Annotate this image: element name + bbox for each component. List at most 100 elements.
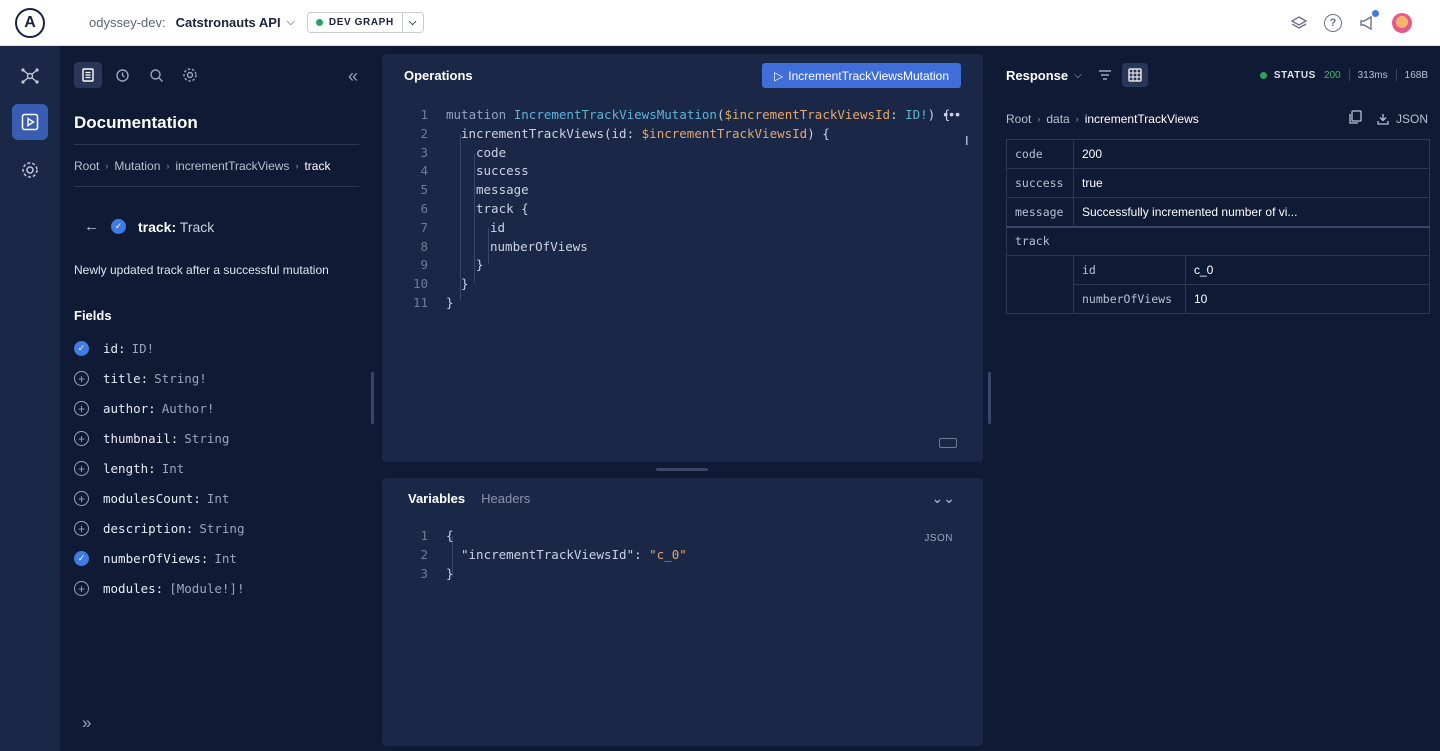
search-icon[interactable]: [142, 62, 170, 88]
breadcrumb-item[interactable]: Mutation: [114, 159, 160, 173]
field-row-length[interactable]: + length: Int: [74, 461, 184, 476]
filter-icon[interactable]: [1092, 63, 1118, 87]
keyboard-shortcuts-icon[interactable]: [939, 438, 957, 448]
settings-nav-icon[interactable]: [12, 152, 48, 188]
operations-panel: Operations ▷ IncrementTrackViewsMutation…: [382, 54, 983, 462]
add-field-icon[interactable]: +: [74, 491, 89, 506]
field-row-thumbnail[interactable]: + thumbnail: String: [74, 431, 229, 446]
response-breadcrumb: Root › data › incrementTrackViews: [1006, 112, 1199, 126]
notification-badge: [1372, 9, 1379, 17]
layers-icon[interactable]: [1290, 14, 1308, 32]
response-table: code 200 success true message Successful…: [1006, 139, 1430, 314]
download-json-button[interactable]: JSON: [1376, 112, 1428, 126]
download-icon: [1377, 113, 1389, 125]
breadcrumb-item[interactable]: data: [1046, 112, 1069, 126]
field-type[interactable]: [Module!]!: [169, 581, 244, 596]
response-selector[interactable]: Response ⌵: [1006, 68, 1082, 83]
field-type[interactable]: String!: [154, 371, 207, 386]
tab-headers[interactable]: Headers: [481, 491, 530, 506]
checkmark-icon[interactable]: ✓: [74, 551, 89, 566]
status-label: STATUS: [1273, 69, 1316, 81]
selected-field-type[interactable]: Track: [180, 219, 214, 235]
collapse-panel-icon[interactable]: «: [348, 66, 358, 87]
field-row-id[interactable]: ✓ id: ID!: [74, 341, 154, 356]
history-tab-icon[interactable]: [108, 62, 136, 88]
field-type[interactable]: ID!: [132, 341, 155, 356]
avatar[interactable]: [1392, 12, 1412, 33]
checkmark-icon[interactable]: ✓: [74, 341, 89, 356]
add-field-icon[interactable]: +: [74, 521, 89, 536]
chevron-down-icon[interactable]: ⌵: [403, 13, 423, 32]
selected-field-name: track:: [138, 218, 177, 235]
table-view-icon[interactable]: [1122, 63, 1148, 87]
response-status: STATUS 200 313ms 168B: [1259, 69, 1428, 81]
response-key: track: [1006, 225, 1430, 256]
response-key: numberOfViews: [1073, 284, 1186, 314]
table-row: track: [1006, 225, 1430, 256]
schema-nav-icon[interactable]: [12, 58, 48, 94]
expand-sidebar-icon[interactable]: »: [82, 713, 91, 733]
tab-variables[interactable]: Variables: [408, 491, 465, 506]
field-type[interactable]: String: [184, 431, 229, 446]
response-value[interactable]: Successfully incremented number of vi...: [1073, 197, 1430, 227]
field-name: modules:: [103, 581, 164, 596]
field-type[interactable]: Int: [214, 551, 237, 566]
resize-handle[interactable]: [988, 372, 991, 424]
table-row: id c_0: [1006, 255, 1430, 314]
field-row-modules-count[interactable]: + modulesCount: Int: [74, 491, 229, 506]
add-field-icon[interactable]: +: [74, 401, 89, 416]
field-type[interactable]: Int: [207, 491, 230, 506]
add-field-icon[interactable]: +: [74, 371, 89, 386]
announcements-icon[interactable]: [1358, 9, 1379, 32]
gear-icon[interactable]: [176, 62, 204, 88]
collapse-chevrons-icon[interactable]: ⌄⌄: [932, 490, 955, 507]
checkmark-icon[interactable]: ✓: [111, 219, 126, 234]
field-type[interactable]: Int: [162, 461, 185, 476]
field-row-number-of-views[interactable]: ✓ numberOfViews: Int: [74, 551, 237, 566]
breadcrumb-current: track: [304, 159, 331, 173]
field-name: author:: [103, 401, 156, 416]
graph-selector[interactable]: Catstronauts API ⌵: [176, 15, 295, 30]
nav-rail: [0, 46, 60, 751]
chevron-right-icon: ›: [1075, 114, 1079, 124]
field-description: Newly updated track after a successful m…: [74, 263, 329, 277]
copy-icon[interactable]: [1348, 110, 1362, 127]
add-field-icon[interactable]: +: [74, 581, 89, 596]
operation-editor[interactable]: 1 mutation IncrementTrackViewsMutation($i…: [404, 106, 950, 313]
response-value: c_0: [1185, 255, 1430, 285]
play-icon: ▷: [774, 68, 784, 83]
field-row-modules[interactable]: + modules: [Module!]!: [74, 581, 244, 596]
run-operation-button[interactable]: ▷ IncrementTrackViewsMutation: [762, 63, 961, 88]
field-name: length:: [103, 461, 156, 476]
response-panel: Response ⌵ STATUS 200 313ms 168B Root › …: [994, 46, 1440, 751]
panel-title: Response: [1006, 68, 1069, 83]
variant-label: DEV GRAPH: [328, 17, 394, 28]
explorer-nav-icon[interactable]: [12, 104, 48, 140]
field-row-title[interactable]: + title: String!: [74, 371, 207, 386]
variables-editor[interactable]: 1{ 2 "incrementTrackViewsId": "c_0" 3}: [404, 527, 686, 583]
resize-handle[interactable]: [656, 468, 708, 471]
status-code: 200: [1323, 69, 1341, 81]
add-field-icon[interactable]: +: [74, 431, 89, 446]
breadcrumb-item[interactable]: Root: [1006, 112, 1031, 126]
resize-handle[interactable]: [371, 372, 374, 424]
back-arrow-icon[interactable]: ←: [84, 218, 99, 235]
field-type[interactable]: Author!: [162, 401, 215, 416]
org-name: odyssey-dev:: [89, 15, 166, 30]
table-row: message Successfully incremented number …: [1006, 197, 1430, 227]
add-field-icon[interactable]: +: [74, 461, 89, 476]
field-row-description[interactable]: + description: String: [74, 521, 244, 536]
field-type[interactable]: String: [199, 521, 244, 536]
table-row: code 200: [1006, 139, 1430, 169]
breadcrumb-item[interactable]: Root: [74, 159, 99, 173]
help-icon[interactable]: ?: [1324, 13, 1342, 32]
chevron-down-icon: ⌵: [1074, 70, 1082, 81]
documentation-tab-icon[interactable]: [74, 62, 102, 88]
field-row-author[interactable]: + author: Author!: [74, 401, 214, 416]
breadcrumb-current: incrementTrackViews: [1084, 112, 1199, 126]
response-key: success: [1006, 168, 1074, 198]
apollo-logo[interactable]: A: [15, 7, 45, 38]
variant-selector[interactable]: DEV GRAPH ⌵: [306, 12, 424, 33]
text-cursor-icon: I: [965, 133, 969, 148]
breadcrumb-item[interactable]: incrementTrackViews: [175, 159, 289, 173]
